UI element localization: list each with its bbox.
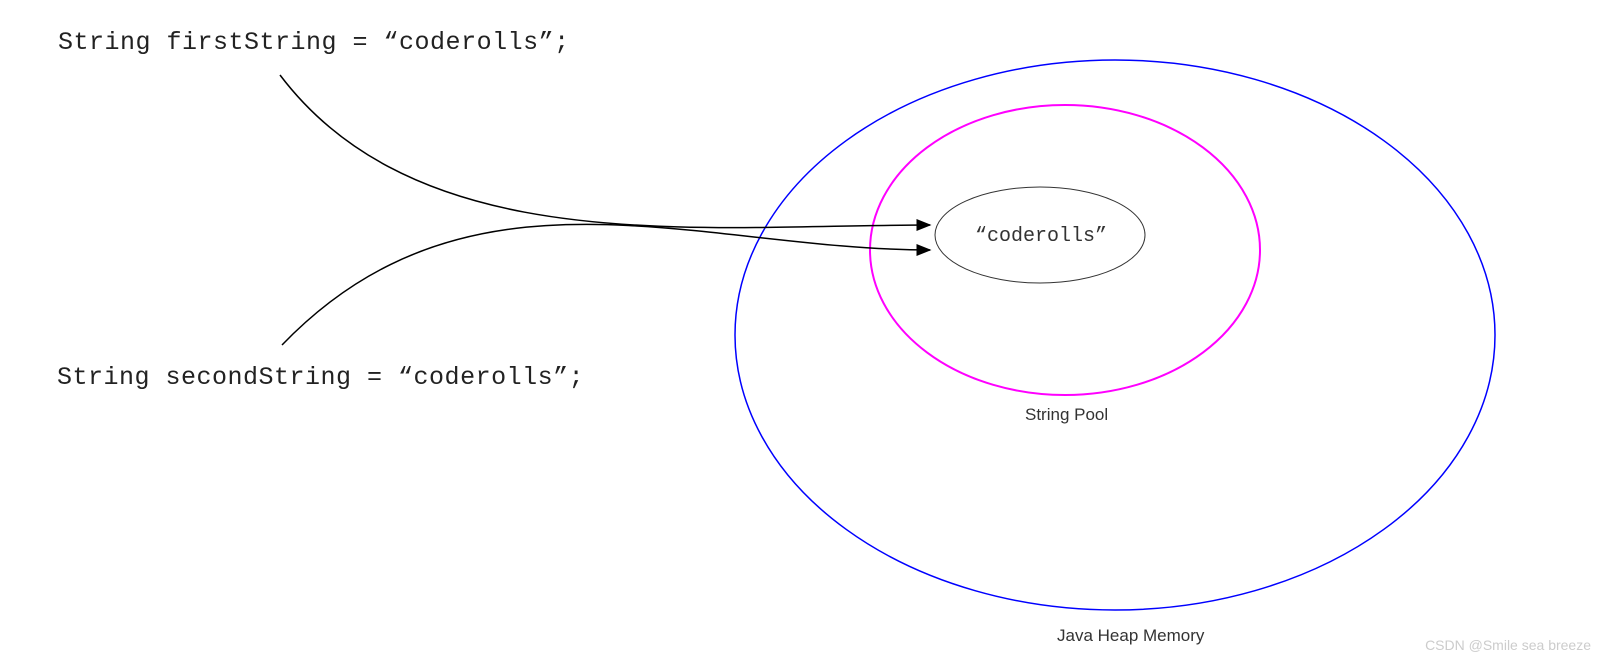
heap-label: Java Heap Memory (1057, 626, 1204, 646)
pool-value: “coderolls” (975, 225, 1107, 248)
heap-ellipse (735, 60, 1495, 610)
code-line-2: String secondString = “coderolls”; (57, 363, 584, 392)
diagram-svg (0, 0, 1601, 658)
code-line-1: String firstString = “coderolls”; (58, 28, 570, 57)
arrow-second-string (282, 224, 930, 345)
watermark: CSDN @Smile sea breeze (1425, 637, 1591, 653)
string-pool-label: String Pool (1025, 405, 1108, 425)
